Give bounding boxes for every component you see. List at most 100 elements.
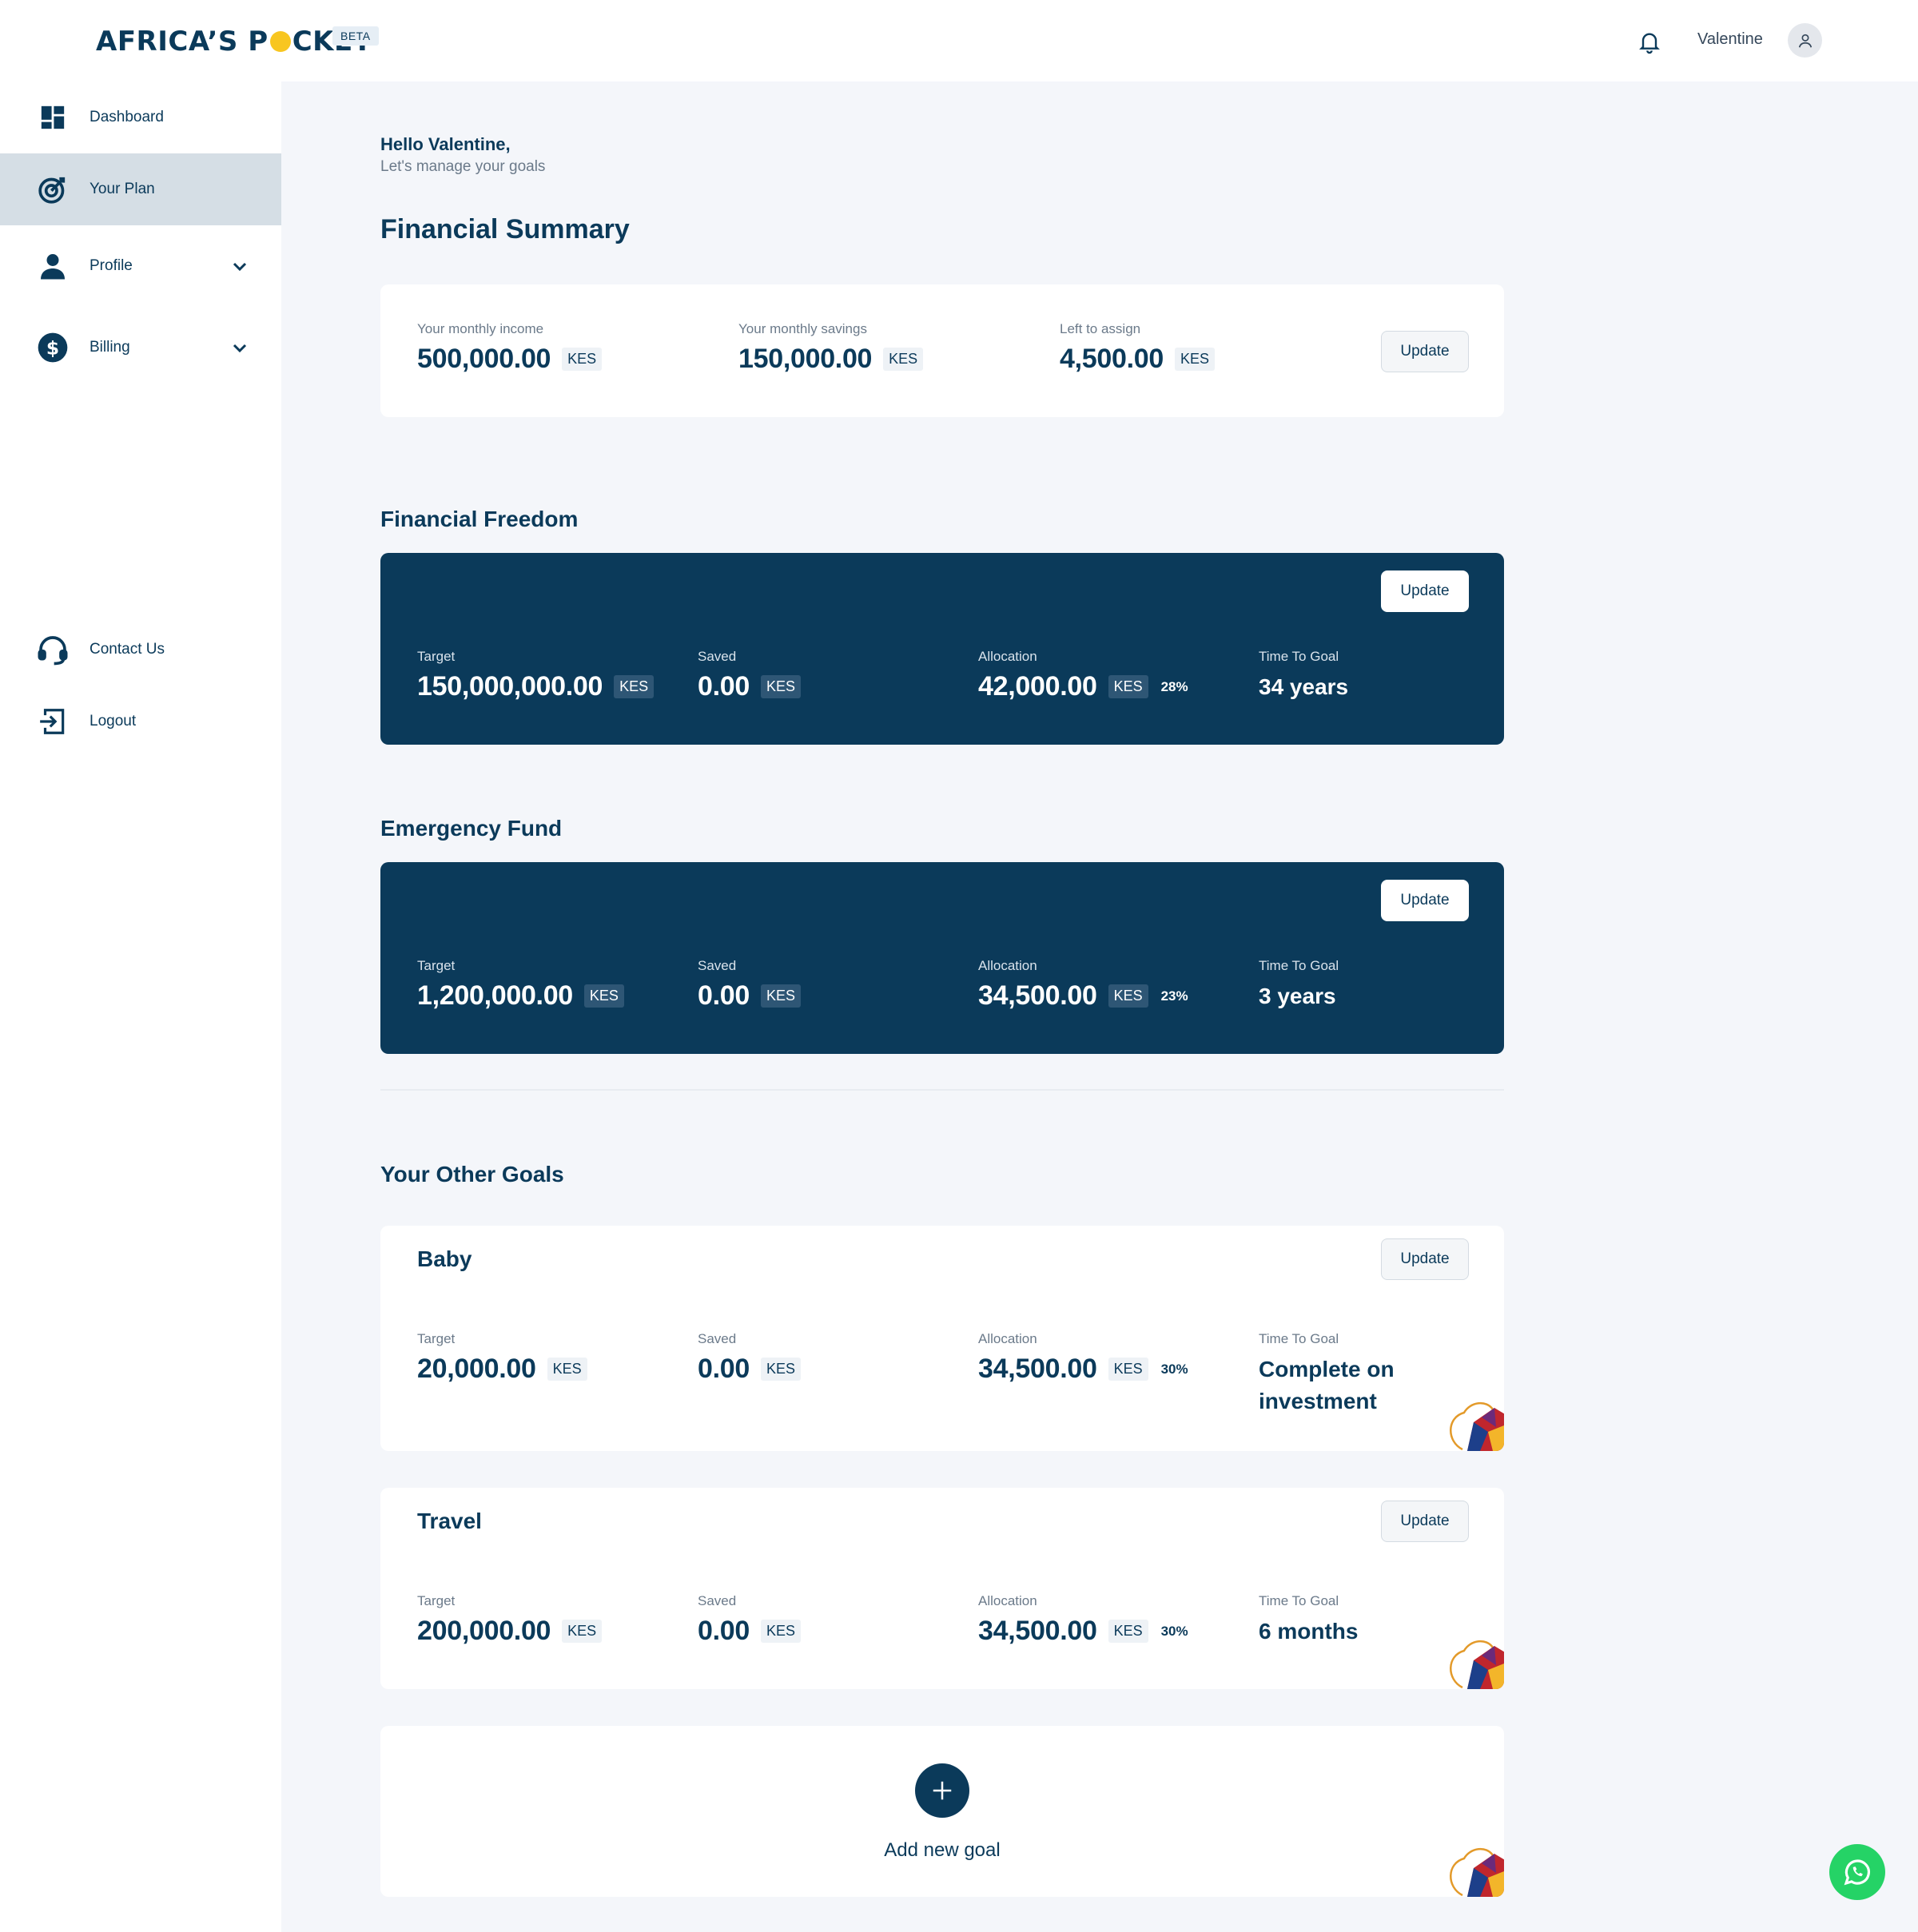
field-value: 0.00 xyxy=(698,1354,750,1384)
emergency-fund-card: Update Target 1,200,000.00 KES Saved 0.00… xyxy=(380,862,1504,1054)
emergency-fund-update-button[interactable]: Update xyxy=(1381,880,1469,921)
field-value: 0.00 xyxy=(698,1616,750,1646)
currency-badge: KES xyxy=(1108,984,1148,1008)
time-to-goal-field: Time To Goal 3 years xyxy=(1259,958,1339,1012)
decorative-pattern-icon xyxy=(1446,1624,1504,1689)
time-to-goal-value: 3 years xyxy=(1259,984,1336,1008)
sidebar-item-label: Profile xyxy=(90,257,133,274)
currency-badge: KES xyxy=(760,1358,802,1381)
field-label: Your monthly income xyxy=(417,321,544,336)
logo[interactable]: AFRICA’S PCKET xyxy=(96,26,372,58)
saved-field: Saved 0.00 KES xyxy=(698,958,802,1012)
target-field: Target 200,000.00 KES xyxy=(417,1593,603,1647)
currency-badge: KES xyxy=(760,675,802,698)
sidebar-item-profile[interactable]: Profile xyxy=(0,230,281,302)
field-value: 150,000.00 xyxy=(738,344,873,374)
user-avatar-icon xyxy=(1798,34,1812,47)
currency-badge: KES xyxy=(1108,675,1148,698)
allocation-percent: 30% xyxy=(1160,1361,1188,1377)
summary-update-button[interactable]: Update xyxy=(1381,331,1469,372)
field-value: 200,000.00 xyxy=(417,1616,551,1646)
monthly-income: Your monthly income 500,000.00 KES xyxy=(417,321,603,375)
allocation-percent: 28% xyxy=(1160,678,1188,694)
currency-badge: KES xyxy=(614,675,655,698)
field-label: Allocation xyxy=(978,649,1037,664)
field-value: 500,000.00 xyxy=(417,344,551,374)
target-field: Target 20,000.00 KES xyxy=(417,1331,587,1385)
plus-icon xyxy=(933,1781,952,1800)
field-value: 34,500.00 xyxy=(978,1354,1097,1384)
field-label: Target xyxy=(417,649,456,664)
field-value: 20,000.00 xyxy=(417,1354,536,1384)
allocation-field: Allocation 42,000.00 KES 28% xyxy=(978,649,1188,702)
sidebar-item-label: Logout xyxy=(90,713,137,729)
decorative-pattern-icon xyxy=(1446,1385,1504,1451)
sidebar-item-dashboard[interactable]: Dashboard xyxy=(0,81,281,153)
field-label: Saved xyxy=(698,649,737,664)
add-goal-card[interactable]: Add new goal xyxy=(380,1726,1504,1897)
currency-badge: KES xyxy=(1174,348,1215,371)
field-label: Left to assign xyxy=(1060,321,1141,336)
whatsapp-icon xyxy=(1844,1859,1870,1886)
bell-icon[interactable] xyxy=(1637,27,1662,56)
beta-badge: BETA xyxy=(332,26,379,46)
travel-update-button[interactable]: Update xyxy=(1381,1501,1469,1542)
user-name[interactable]: Valentine xyxy=(1697,30,1763,49)
currency-badge: KES xyxy=(760,1620,802,1643)
field-label: Allocation xyxy=(978,1593,1037,1608)
chevron-down-icon[interactable] xyxy=(230,338,249,357)
allocation-percent: 23% xyxy=(1160,988,1188,1004)
saved-field: Saved 0.00 KES xyxy=(698,649,802,702)
field-label: Time To Goal xyxy=(1259,649,1339,664)
avatar[interactable] xyxy=(1788,23,1822,58)
goal-card-baby: Baby Update Target 20,000.00 KES Saved 0.… xyxy=(380,1226,1504,1451)
monthly-savings: Your monthly savings 150,000.00 KES xyxy=(738,321,924,375)
currency-badge: KES xyxy=(562,1620,603,1643)
sidebar-item-label: Contact Us xyxy=(90,641,165,658)
top-bar: AFRICA’S PCKET BETA Valentine xyxy=(0,0,1918,81)
sidebar-item-contact-us[interactable]: Contact Us xyxy=(0,614,281,686)
time-to-goal-value: Complete on investment xyxy=(1259,1357,1395,1413)
goal-title: Baby xyxy=(417,1246,472,1271)
field-label: Allocation xyxy=(978,958,1037,973)
financial-freedom-update-button[interactable]: Update xyxy=(1381,570,1469,612)
currency-badge: KES xyxy=(1108,1358,1148,1381)
allocation-field: Allocation 34,500.00 KES 30% xyxy=(978,1593,1188,1647)
allocation-percent: 30% xyxy=(1160,1623,1188,1639)
dashboard-icon xyxy=(37,101,69,133)
goal-card-travel: Travel Update Target 200,000.00 KES Saved… xyxy=(380,1488,1504,1689)
add-goal-label[interactable]: Add new goal xyxy=(380,1839,1504,1862)
target-field: Target 1,200,000.00 KES xyxy=(417,958,624,1012)
target-field: Target 150,000,000.00 KES xyxy=(417,649,655,702)
field-label: Time To Goal xyxy=(1259,1593,1339,1608)
greeting-subtitle: Let's manage your goals xyxy=(380,158,546,175)
target-icon xyxy=(37,173,69,205)
baby-update-button[interactable]: Update xyxy=(1381,1238,1469,1280)
saved-field: Saved 0.00 KES xyxy=(698,1331,802,1385)
greeting-hello: Hello Valentine, xyxy=(380,134,511,154)
currency-badge: KES xyxy=(583,984,624,1008)
goal-title: Travel xyxy=(417,1509,482,1533)
currency-badge: KES xyxy=(883,348,924,371)
chevron-down-icon[interactable] xyxy=(230,256,249,276)
time-to-goal-field: Time To Goal 34 years xyxy=(1259,649,1348,703)
sidebar-item-billing[interactable]: $ Billing xyxy=(0,312,281,384)
whatsapp-chat-button[interactable] xyxy=(1829,1844,1885,1900)
field-label: Target xyxy=(417,1331,456,1346)
allocation-field: Allocation 34,500.00 KES 23% xyxy=(978,958,1188,1012)
currency-badge: KES xyxy=(547,1358,587,1381)
field-value: 4,500.00 xyxy=(1060,344,1164,374)
field-label: Saved xyxy=(698,958,737,973)
sidebar-item-your-plan[interactable]: Your Plan xyxy=(0,153,281,225)
sidebar-item-label: Billing xyxy=(90,339,130,356)
left-to-assign: Left to assign 4,500.00 KES xyxy=(1060,321,1215,375)
time-to-goal-value: 6 months xyxy=(1259,1619,1359,1644)
logout-icon xyxy=(37,706,69,737)
logo-dot-icon xyxy=(269,31,291,52)
sidebar-item-label: Dashboard xyxy=(90,109,164,125)
sidebar-item-logout[interactable]: Logout xyxy=(0,686,281,757)
currency-badge: KES xyxy=(562,348,603,371)
dollar-icon: $ xyxy=(37,332,69,364)
add-goal-button[interactable] xyxy=(915,1763,969,1818)
field-label: Your monthly savings xyxy=(738,321,867,336)
